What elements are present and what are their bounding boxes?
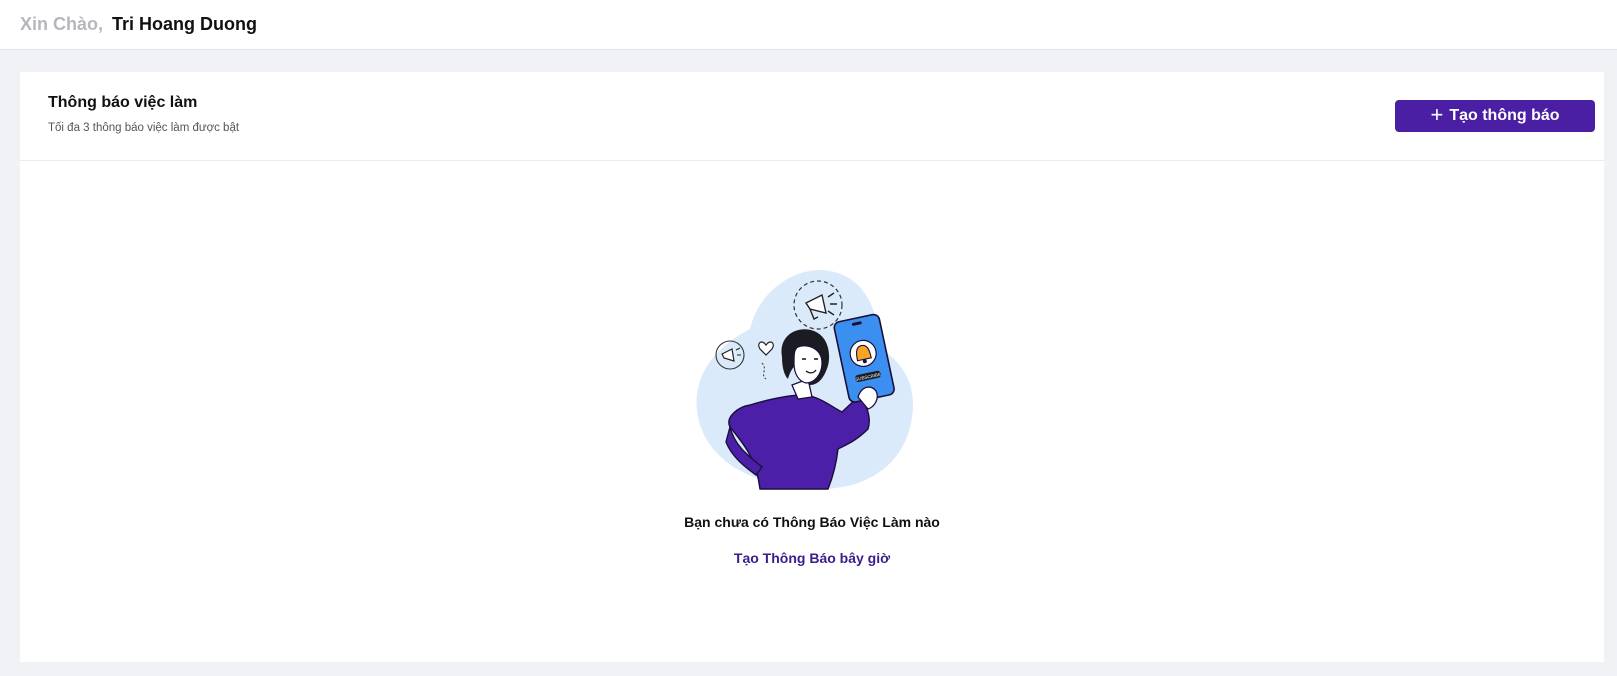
job-alerts-header: Thông báo việc làm Tối đa 3 thông báo vi… bbox=[20, 72, 1604, 161]
top-bar: Xin Chào, Tri Hoang Duong bbox=[0, 0, 1617, 50]
create-alert-button-label: Tạo thông báo bbox=[1449, 107, 1560, 124]
create-alert-button[interactable]: + Tạo thông báo bbox=[1395, 100, 1595, 132]
plus-icon: + bbox=[1430, 101, 1444, 127]
create-alert-now-link[interactable]: Tạo Thông Báo bây giờ bbox=[20, 550, 1604, 566]
job-alerts-title: Thông báo việc làm bbox=[48, 94, 198, 111]
job-alerts-subtitle: Tối đa 3 thông báo việc làm được bật bbox=[48, 122, 240, 134]
greeting-text: Xin Chào, bbox=[20, 14, 104, 34]
empty-state-message: Bạn chưa có Thông Báo Việc Làm nào bbox=[684, 514, 940, 530]
job-alerts-card: Thông báo việc làm Tối đa 3 thông báo vi… bbox=[20, 72, 1604, 662]
woman-face bbox=[793, 345, 823, 384]
empty-state-illustration: SUBSCRIBE bbox=[696, 270, 913, 490]
user-name: Tri Hoang Duong bbox=[112, 14, 257, 34]
